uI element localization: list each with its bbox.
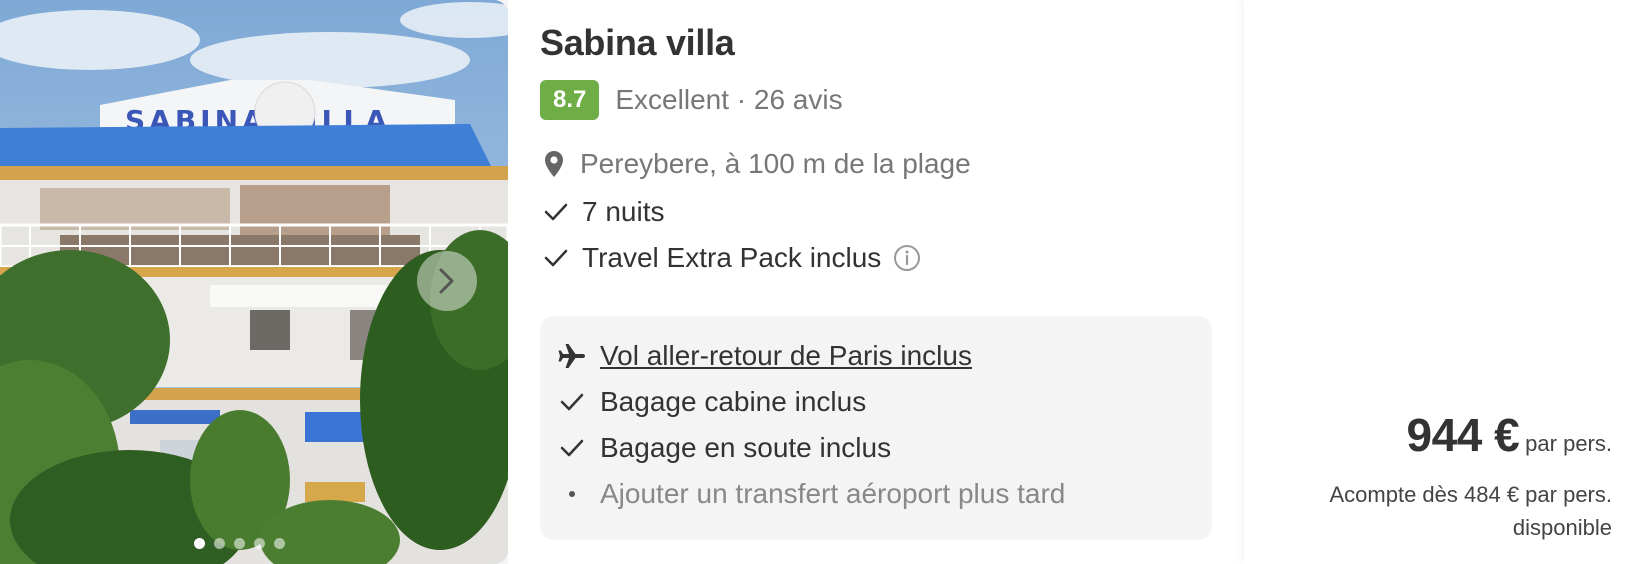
gallery-dots [194, 538, 285, 549]
feature-travel-pack: Travel Extra Pack inclus [544, 242, 921, 274]
baggage-hold-text: Bagage en soute inclus [600, 432, 892, 463]
gallery-dot[interactable] [214, 538, 225, 549]
bullet-icon [558, 491, 586, 497]
location-pin-icon [545, 151, 563, 177]
hotel-details: Sabina villa 8.7 Excellent · 26 avis Per… [508, 0, 1244, 564]
price-amount: 944 € [1406, 409, 1520, 461]
chevron-right-icon [439, 268, 454, 294]
price-line: 944 € par pers. [1407, 408, 1612, 462]
flight-details-link[interactable]: Vol aller-retour de Paris inclus [600, 340, 972, 372]
price-per-person: par pers. [1525, 431, 1612, 456]
gallery-dot[interactable] [194, 538, 205, 549]
hotel-card[interactable]: SABINA VILLA Sabina villa 8.7 Excellent … [0, 0, 1634, 564]
baggage-hold-row: Bagage en soute inclus [558, 432, 891, 464]
gallery-dot[interactable] [234, 538, 245, 549]
flight-row: Vol aller-retour de Paris inclus [558, 340, 972, 372]
feature-text: 7 nuits [582, 196, 665, 227]
hotel-photo[interactable]: SABINA VILLA [0, 0, 508, 564]
rating-score-badge: 8.7 [540, 80, 600, 120]
deposit-line: Acompte dès 484 € par pers. [1329, 482, 1613, 507]
price-panel: 944 € par pers. Acompte dès 484 € par pe… [1244, 0, 1634, 564]
rating-row: 8.7 Excellent · 26 avis [540, 80, 843, 120]
check-icon [544, 248, 568, 268]
airport-transfer-text: Ajouter un transfert aéroport plus tard [600, 478, 1066, 509]
check-icon [558, 392, 586, 412]
baggage-cabin-row: Bagage cabine inclus [558, 386, 866, 418]
feature-nights: 7 nuits [544, 196, 665, 228]
deposit-info: Acompte dès 484 € par pers. disponible [1272, 478, 1613, 544]
rating-text: Excellent · 26 avis [615, 84, 843, 115]
deposit-availability: disponible [1512, 515, 1612, 540]
baggage-cabin-text: Bagage cabine inclus [600, 386, 867, 417]
location-row: Pereybere, à 100 m de la plage [544, 148, 971, 180]
feature-text: Travel Extra Pack inclus [582, 242, 882, 273]
info-icon[interactable] [893, 244, 921, 272]
airplane-icon [558, 343, 586, 369]
airport-transfer-row: Ajouter un transfert aéroport plus tard [558, 478, 1065, 510]
flight-info-box: Vol aller-retour de Paris inclus Bagage … [540, 316, 1212, 540]
location-text: Pereybere, à 100 m de la plage [580, 148, 971, 179]
check-icon [544, 202, 568, 222]
check-icon [558, 438, 586, 458]
gallery-next-button[interactable] [417, 251, 477, 311]
hotel-title[interactable]: Sabina villa [540, 22, 735, 64]
gallery-dot[interactable] [274, 538, 285, 549]
gallery-dot[interactable] [254, 538, 265, 549]
